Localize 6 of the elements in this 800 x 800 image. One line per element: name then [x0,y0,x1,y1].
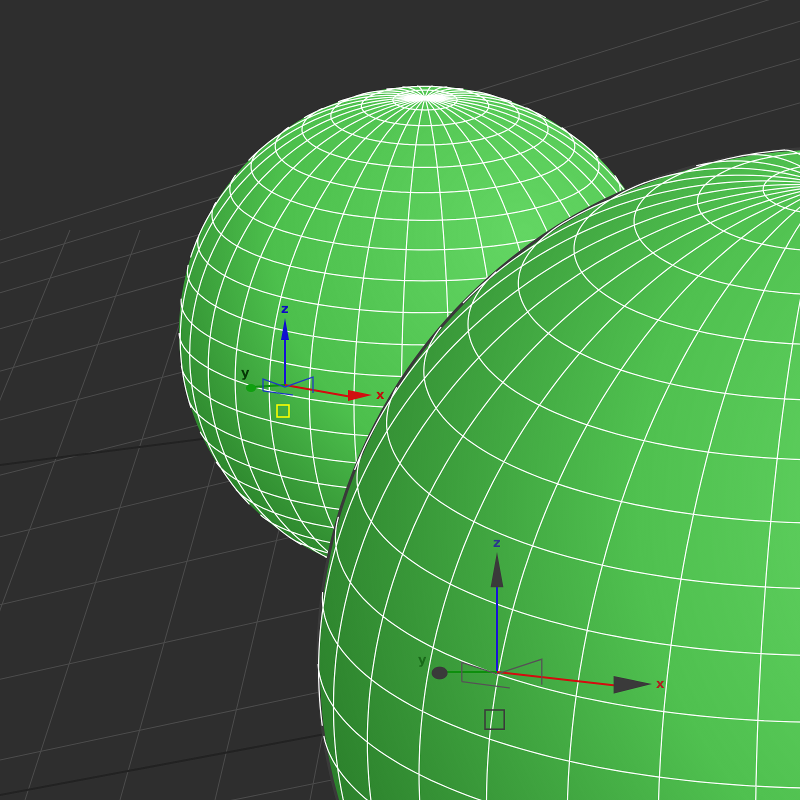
axis-label: z [493,536,501,551]
axis-label: x [376,388,384,403]
axis-label: y [241,366,250,381]
axis-label: z [281,302,289,317]
transform-gizmo-drawing[interactable] [432,552,652,730]
axis-label: x [656,677,664,692]
